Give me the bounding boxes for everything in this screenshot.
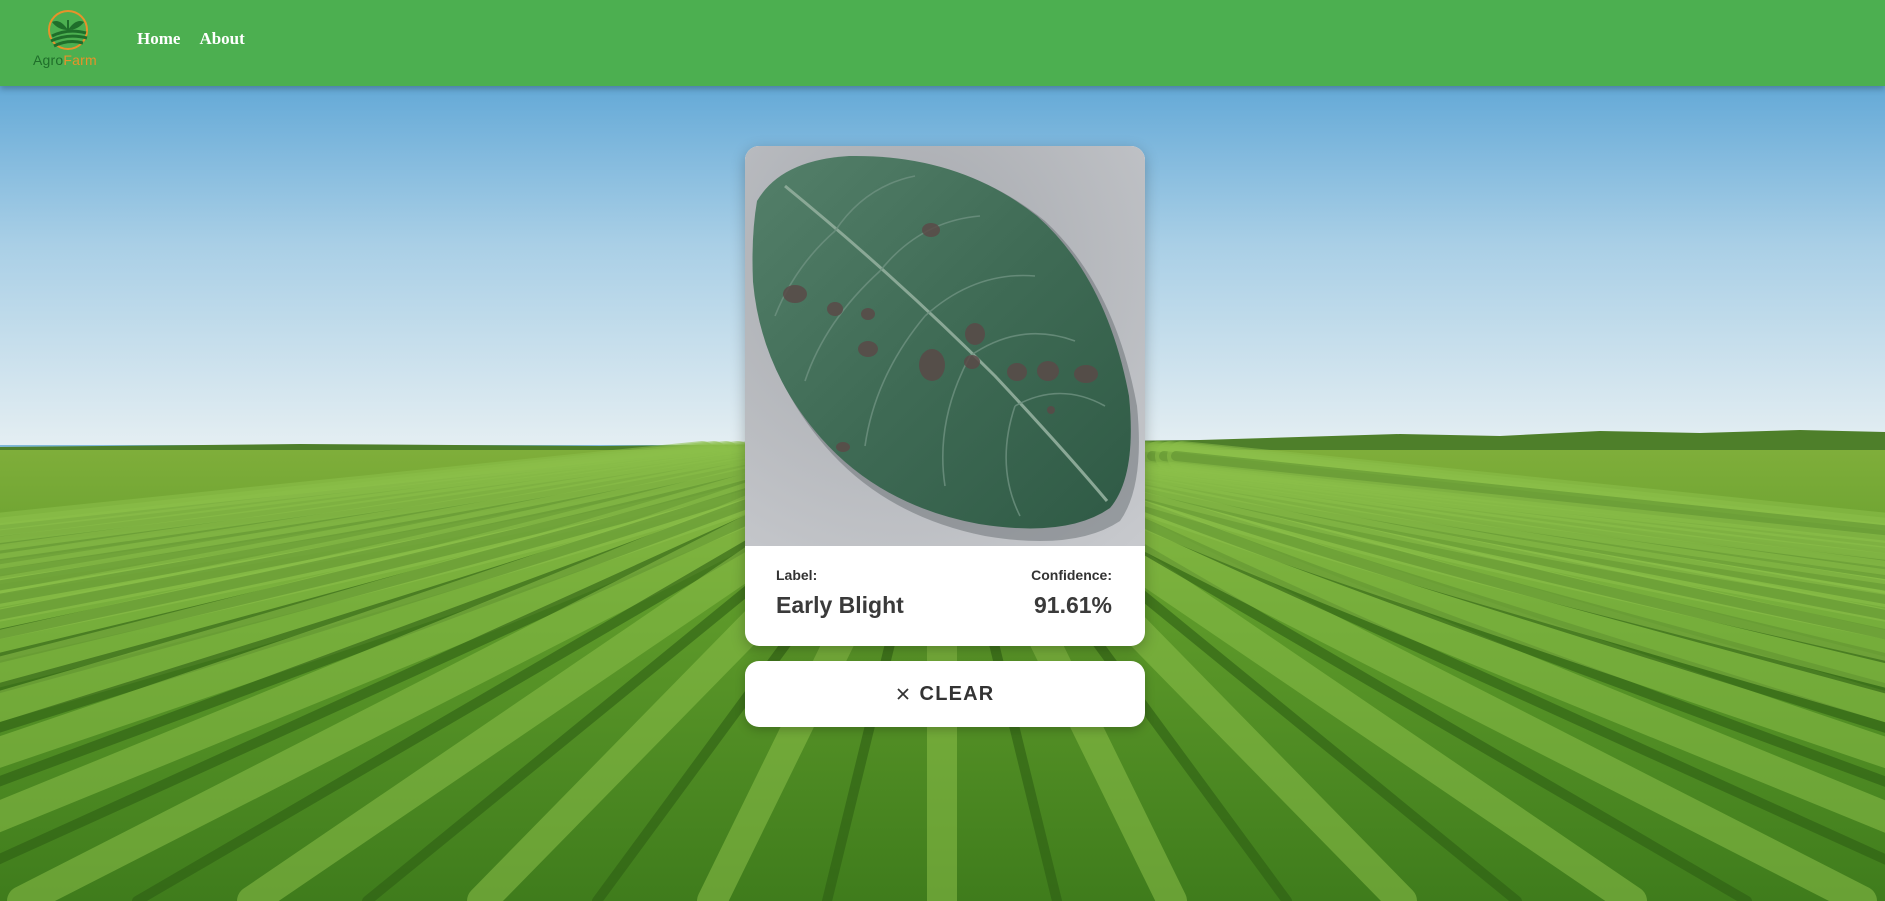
clear-button-label: CLEAR [919,682,995,705]
agro-farm-logo-icon [48,10,88,50]
uploaded-leaf-image [745,146,1145,546]
confidence-caption: Confidence: [1031,567,1112,583]
clear-button[interactable]: CLEAR [745,661,1145,727]
brand-logo[interactable]: AgroFarm [30,8,110,72]
brand-name-part2: Farm [63,52,97,68]
main-nav: Home About [137,29,245,49]
prediction-result-card: Label: Early Blight Confidence: 91.61% [745,146,1145,646]
brand-name-part1: Agro [33,52,64,68]
brand-name: AgroFarm [33,52,113,68]
nav-home-link[interactable]: Home [137,29,180,49]
label-caption: Label: [776,567,818,583]
close-icon [896,687,910,701]
confidence-value: 91.61% [1033,592,1112,618]
nav-about-link[interactable]: About [199,29,244,49]
prediction-details: Label: Early Blight Confidence: 91.61% [745,546,1145,646]
top-navbar: AgroFarm Home About [0,0,1885,86]
predicted-label: Early Blight [776,592,904,618]
